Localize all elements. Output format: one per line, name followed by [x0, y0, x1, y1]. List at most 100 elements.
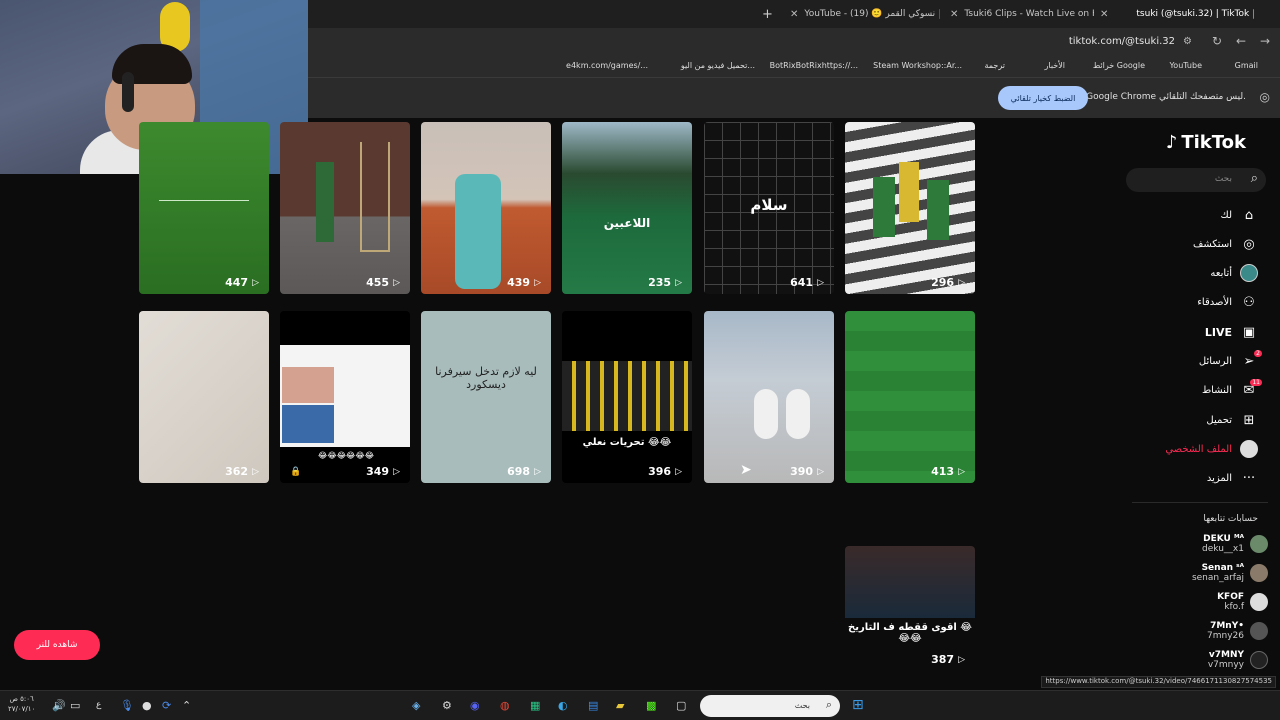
mic-icon[interactable]: 🎙	[120, 699, 134, 712]
following-account[interactable]: DEKU ᴹᴬ deku__x1	[1202, 534, 1268, 554]
reload-icon[interactable]: ↻	[1212, 34, 1222, 48]
close-icon[interactable]: ✕	[1100, 9, 1108, 20]
site-settings-icon[interactable]: ⚙	[1183, 36, 1192, 47]
search-input[interactable]: بحث ⌕	[1126, 168, 1266, 192]
video-card[interactable]: 455 ▷	[280, 122, 410, 294]
tab-youtube[interactable]: ✕ YouTube - نسوكي القمر 🙂 (19)	[784, 4, 944, 24]
bookmark-botrix[interactable]: BotRixBotRixhttps://...	[770, 61, 858, 70]
view-count: 455 ▷	[366, 276, 400, 289]
video-card[interactable]: 413 ▷	[845, 311, 975, 483]
url-field[interactable]: tiktok.com/@tsuki.32	[1069, 36, 1175, 47]
tab-title: tsuki (@tsuki.32) | TikTok	[1136, 9, 1250, 19]
bookmark-steam[interactable]: Steam Workshop::Ar...	[873, 61, 962, 70]
set-default-button[interactable]: الضبط كخيار تلقائي	[998, 86, 1088, 110]
nav-friends[interactable]: الأصدقاء ⚇	[1197, 291, 1258, 313]
following-account[interactable]: v7MNY v7mnyy	[1208, 650, 1268, 670]
view-count: 698 ▷	[507, 465, 541, 478]
nav-live[interactable]: LIVE ▣	[1205, 321, 1258, 343]
windows-start-icon[interactable]: ⊞	[852, 697, 864, 713]
following-account[interactable]: KFOF kfo.f	[1217, 592, 1268, 612]
chrome-taskbar-icon[interactable]: ◍	[500, 699, 510, 712]
nav-following[interactable]: أتابعه	[1210, 262, 1258, 284]
video-card[interactable]: ليه لازم تدخل سيرفرنا ديسكورد 698 ▷	[421, 311, 551, 483]
view-count: 387 ▷	[931, 653, 965, 666]
edge-icon[interactable]: ◐	[558, 699, 568, 712]
avatar	[1250, 564, 1268, 582]
tab-kick[interactable]: ✕ Tsuki6 Clips - Watch Live on Ki	[944, 4, 1094, 24]
sync-icon[interactable]: ⟳	[162, 699, 171, 712]
video-card[interactable]: تحريات نعلي 😂😂 396 ▷	[562, 311, 692, 483]
store-icon[interactable]: ▤	[588, 699, 598, 712]
task-view-icon[interactable]: ▢	[676, 699, 686, 712]
video-card[interactable]: 362 ▷	[139, 311, 269, 483]
character	[455, 174, 501, 289]
video-card[interactable]: سلام 641 ▷	[704, 122, 834, 294]
pitch-line	[159, 200, 249, 201]
bookmark-e4km[interactable]: e4km.com/games/...	[566, 61, 648, 70]
speaker-icon[interactable]: 🔊	[52, 699, 66, 712]
nav-for-you[interactable]: لك ⌂	[1221, 204, 1258, 226]
character	[786, 389, 810, 439]
folder-icon[interactable]: ▰	[616, 699, 624, 712]
lock-icon: 🔒	[290, 467, 302, 477]
bookmark-gmail[interactable]: Gmail	[1235, 61, 1258, 70]
character	[873, 177, 895, 237]
video-card[interactable]: 296 ▷	[845, 122, 975, 294]
avatar	[1250, 593, 1268, 611]
view-count: 413 ▷	[931, 465, 965, 478]
nav-profile[interactable]: الملف الشخصي	[1165, 438, 1258, 460]
search-icon[interactable]: ⌕	[1251, 171, 1258, 186]
taskbar-search[interactable]: بحث ⌕	[700, 695, 840, 717]
nav-more[interactable]: المزيد ···	[1207, 467, 1258, 489]
play-icon: ▷	[958, 654, 965, 665]
clock[interactable]: ٥:٠٦ ص ٢٧/٠٧/١٠	[8, 694, 35, 714]
tray-app-icon[interactable]: ●	[142, 699, 152, 712]
bookmark-maps[interactable]: خرائط Google	[1093, 61, 1145, 70]
character	[927, 180, 949, 240]
forward-icon[interactable]: ←	[1236, 34, 1246, 48]
settings-icon[interactable]: ⚙	[442, 699, 452, 712]
back-icon[interactable]: →	[1260, 34, 1270, 48]
language-indicator[interactable]: ع	[96, 700, 101, 710]
live-icon: ▣	[1242, 324, 1256, 340]
network-icon[interactable]: ▭	[70, 699, 80, 712]
tiktok-logo[interactable]: ♪ TikTok	[1166, 132, 1246, 153]
search-icon: ⌕	[825, 698, 832, 711]
bookmark-downloader[interactable]: تحميل فيديو من اليو...	[681, 61, 755, 70]
watch-again-button[interactable]: شاهده للنر	[14, 630, 100, 660]
nav-messages[interactable]: الرسائل ➢ 2	[1199, 349, 1262, 372]
tiktok-note-icon: ♪	[1165, 132, 1178, 153]
video-card[interactable]: 😂😂😂😂😂😂 🔒 349 ▷	[280, 311, 410, 483]
chevron-up-icon[interactable]: ⌃	[182, 699, 191, 712]
video-card[interactable]: اللاعبين 235 ▷	[562, 122, 692, 294]
infobar-text: Google Chrome ليس متصفحك التلقائي.	[1086, 92, 1246, 102]
bookmark-news[interactable]: الأخبار	[1045, 61, 1065, 70]
app-icon[interactable]: ▦	[530, 699, 540, 712]
video-card[interactable]: 390 ▷	[704, 311, 834, 483]
kick-taskbar-icon[interactable]: ▩	[646, 699, 656, 712]
avatar-icon	[1240, 264, 1258, 282]
tab-tiktok[interactable]: ✕ tsuki (@tsuki.32) | TikTok	[1094, 4, 1254, 24]
video-card[interactable]: 447 ▷	[139, 122, 269, 294]
video-caption: سلام	[750, 196, 788, 214]
play-icon: ▷	[393, 277, 400, 288]
bookmark-youtube[interactable]: YouTube	[1169, 61, 1202, 70]
discord-icon[interactable]: ◉	[470, 699, 480, 712]
following-account[interactable]: Senan ˢᴬ senan_arfaj	[1192, 563, 1268, 583]
view-count: 396 ▷	[648, 465, 682, 478]
close-icon[interactable]: ✕	[950, 9, 958, 20]
close-icon[interactable]: ✕	[790, 9, 798, 20]
video-card[interactable]: اقوى ققطه ف التاريخ 😂😂😂 387 ▷	[845, 546, 975, 671]
nav-explore[interactable]: استكشف ◎	[1193, 233, 1258, 255]
nav-upload[interactable]: تحميل ⊞	[1206, 409, 1258, 431]
play-icon: ▷	[817, 466, 824, 477]
upload-icon: ⊞	[1243, 412, 1255, 428]
game-screen	[562, 361, 692, 431]
bookmark-translate[interactable]: ترجمة	[985, 61, 1006, 70]
following-account[interactable]: 7MnY• 7mny26	[1207, 621, 1268, 641]
video-card[interactable]: 439 ▷	[421, 122, 551, 294]
new-tab-button[interactable]: +	[762, 4, 773, 24]
steam-icon[interactable]: ◈	[412, 699, 420, 712]
game-screen	[845, 546, 975, 618]
nav-activity[interactable]: النشاط ✉ 11	[1202, 378, 1262, 401]
